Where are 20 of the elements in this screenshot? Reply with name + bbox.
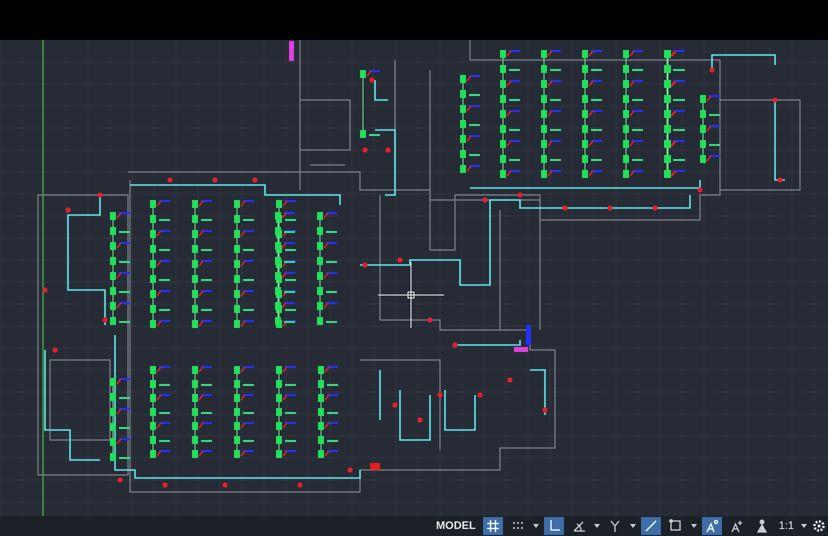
status-toggle[interactable] bbox=[640, 517, 661, 535]
caret-icon bbox=[801, 524, 807, 528]
autoscale-icon bbox=[730, 519, 744, 533]
slash-icon bbox=[644, 519, 658, 533]
status-toggle[interactable] bbox=[702, 517, 722, 535]
caret-icon bbox=[690, 524, 697, 528]
model-tab[interactable]: MODEL bbox=[434, 520, 478, 532]
settings-icon[interactable] bbox=[812, 519, 826, 533]
annotation-icon bbox=[704, 519, 719, 533]
angle-icon bbox=[572, 519, 586, 533]
person-icon bbox=[754, 519, 769, 533]
caret-icon bbox=[532, 524, 539, 528]
grid-icon bbox=[486, 519, 500, 533]
square-snap-icon bbox=[668, 519, 683, 533]
isometric-icon bbox=[608, 519, 622, 533]
status-toggle[interactable] bbox=[544, 517, 564, 535]
status-toggle[interactable] bbox=[482, 517, 503, 535]
scale-dropdown[interactable]: 1:1 bbox=[776, 520, 796, 532]
caret-icon bbox=[594, 524, 600, 528]
caret-icon bbox=[630, 524, 636, 528]
